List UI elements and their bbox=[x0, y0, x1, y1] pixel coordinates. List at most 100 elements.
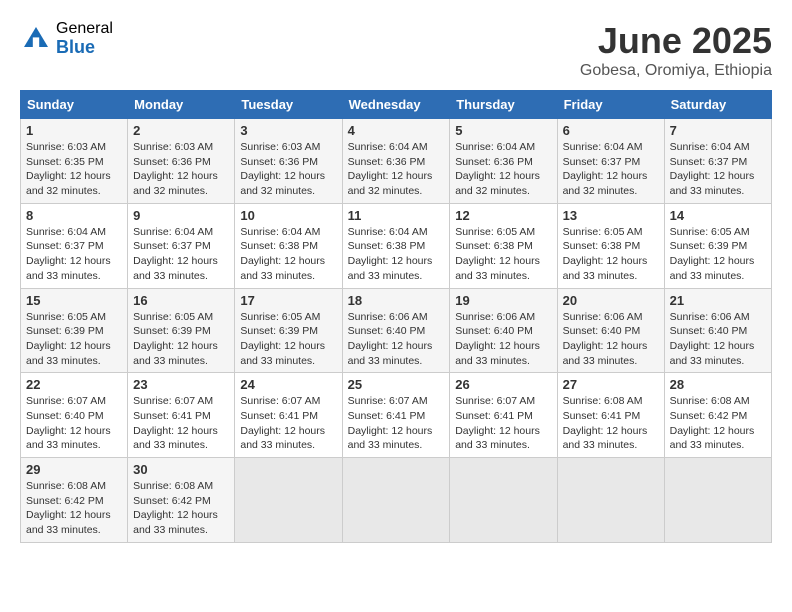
month-title: June 2025 bbox=[580, 20, 772, 62]
calendar-day-cell: 30 Sunrise: 6:08 AMSunset: 6:42 PMDayligh… bbox=[128, 458, 235, 543]
day-number: 18 bbox=[348, 293, 445, 308]
calendar-day-cell: 27 Sunrise: 6:08 AMSunset: 6:41 PMDayligh… bbox=[557, 373, 664, 458]
calendar-day-cell: 28Sunrise: 6:08 AMSunset: 6:42 PMDayligh… bbox=[664, 373, 771, 458]
day-info: Sunrise: 6:07 AMSunset: 6:40 PMDaylight:… bbox=[26, 394, 122, 453]
calendar-header-saturday: Saturday bbox=[664, 91, 771, 119]
day-number: 8 bbox=[26, 208, 122, 223]
day-number: 1 bbox=[26, 123, 122, 138]
day-info: Sunrise: 6:04 AMSunset: 6:37 PMDaylight:… bbox=[563, 140, 659, 199]
calendar-header-wednesday: Wednesday bbox=[342, 91, 450, 119]
calendar-day-cell: 14 Sunrise: 6:05 AMSunset: 6:39 PMDayligh… bbox=[664, 203, 771, 288]
day-number: 4 bbox=[348, 123, 445, 138]
day-number: 10 bbox=[240, 208, 336, 223]
calendar-week-row: 22 Sunrise: 6:07 AMSunset: 6:40 PMDayligh… bbox=[21, 373, 772, 458]
calendar-day-cell: 16Sunrise: 6:05 AMSunset: 6:39 PMDayligh… bbox=[128, 288, 235, 373]
calendar-day-cell: 11 Sunrise: 6:04 AMSunset: 6:38 PMDayligh… bbox=[342, 203, 450, 288]
day-number: 27 bbox=[563, 377, 659, 392]
day-info: Sunrise: 6:07 AMSunset: 6:41 PMDaylight:… bbox=[133, 394, 229, 453]
calendar-day-cell: 12Sunrise: 6:05 AMSunset: 6:38 PMDayligh… bbox=[450, 203, 557, 288]
location-title: Gobesa, Oromiya, Ethiopia bbox=[580, 62, 772, 80]
day-number: 26 bbox=[455, 377, 551, 392]
calendar-day-cell: 21 Sunrise: 6:06 AMSunset: 6:40 PMDayligh… bbox=[664, 288, 771, 373]
calendar-day-cell: 10 Sunrise: 6:04 AMSunset: 6:38 PMDayligh… bbox=[235, 203, 342, 288]
calendar-day-cell: 6Sunrise: 6:04 AMSunset: 6:37 PMDaylight… bbox=[557, 119, 664, 204]
calendar-day-cell bbox=[450, 458, 557, 543]
logo-general: General bbox=[56, 20, 113, 38]
calendar-header-friday: Friday bbox=[557, 91, 664, 119]
day-info: Sunrise: 6:04 AMSunset: 6:37 PMDaylight:… bbox=[670, 140, 766, 199]
logo-icon bbox=[20, 23, 52, 55]
logo: General Blue bbox=[20, 20, 113, 57]
calendar-body: 1 Sunrise: 6:03 AMSunset: 6:35 PMDaylight… bbox=[21, 119, 772, 543]
day-info: Sunrise: 6:03 AMSunset: 6:36 PMDaylight:… bbox=[240, 140, 336, 199]
calendar-day-cell: 1 Sunrise: 6:03 AMSunset: 6:35 PMDaylight… bbox=[21, 119, 128, 204]
calendar-day-cell: 29 Sunrise: 6:08 AMSunset: 6:42 PMDayligh… bbox=[21, 458, 128, 543]
day-info: Sunrise: 6:04 AMSunset: 6:38 PMDaylight:… bbox=[348, 225, 445, 284]
day-info: Sunrise: 6:06 AMSunset: 6:40 PMDaylight:… bbox=[563, 310, 659, 369]
calendar-day-cell: 5Sunrise: 6:04 AMSunset: 6:36 PMDaylight… bbox=[450, 119, 557, 204]
calendar-day-cell: 17Sunrise: 6:05 AMSunset: 6:39 PMDayligh… bbox=[235, 288, 342, 373]
day-number: 9 bbox=[133, 208, 229, 223]
day-number: 24 bbox=[240, 377, 336, 392]
day-number: 17 bbox=[240, 293, 336, 308]
day-info: Sunrise: 6:04 AMSunset: 6:36 PMDaylight:… bbox=[455, 140, 551, 199]
day-info: Sunrise: 6:03 AMSunset: 6:36 PMDaylight:… bbox=[133, 140, 229, 199]
day-info: Sunrise: 6:03 AMSunset: 6:35 PMDaylight:… bbox=[26, 140, 122, 199]
day-info: Sunrise: 6:04 AMSunset: 6:36 PMDaylight:… bbox=[348, 140, 445, 199]
day-number: 15 bbox=[26, 293, 122, 308]
calendar-day-cell: 3 Sunrise: 6:03 AMSunset: 6:36 PMDaylight… bbox=[235, 119, 342, 204]
day-info: Sunrise: 6:06 AMSunset: 6:40 PMDaylight:… bbox=[670, 310, 766, 369]
day-info: Sunrise: 6:07 AMSunset: 6:41 PMDaylight:… bbox=[240, 394, 336, 453]
day-number: 14 bbox=[670, 208, 766, 223]
calendar-day-cell: 9Sunrise: 6:04 AMSunset: 6:37 PMDaylight… bbox=[128, 203, 235, 288]
day-info: Sunrise: 6:08 AMSunset: 6:41 PMDaylight:… bbox=[563, 394, 659, 453]
day-number: 16 bbox=[133, 293, 229, 308]
calendar-day-cell: 18Sunrise: 6:06 AMSunset: 6:40 PMDayligh… bbox=[342, 288, 450, 373]
calendar-week-row: 29 Sunrise: 6:08 AMSunset: 6:42 PMDayligh… bbox=[21, 458, 772, 543]
calendar-day-cell: 2 Sunrise: 6:03 AMSunset: 6:36 PMDaylight… bbox=[128, 119, 235, 204]
day-info: Sunrise: 6:06 AMSunset: 6:40 PMDaylight:… bbox=[455, 310, 551, 369]
calendar-week-row: 15 Sunrise: 6:05 AMSunset: 6:39 PMDayligh… bbox=[21, 288, 772, 373]
day-info: Sunrise: 6:08 AMSunset: 6:42 PMDaylight:… bbox=[26, 479, 122, 538]
page-header: General Blue June 2025 Gobesa, Oromiya, … bbox=[20, 20, 772, 80]
calendar-day-cell: 19 Sunrise: 6:06 AMSunset: 6:40 PMDayligh… bbox=[450, 288, 557, 373]
calendar-day-cell: 4 Sunrise: 6:04 AMSunset: 6:36 PMDaylight… bbox=[342, 119, 450, 204]
calendar-day-cell bbox=[342, 458, 450, 543]
calendar-day-cell: 15 Sunrise: 6:05 AMSunset: 6:39 PMDayligh… bbox=[21, 288, 128, 373]
day-number: 30 bbox=[133, 462, 229, 477]
day-number: 21 bbox=[670, 293, 766, 308]
calendar-header-sunday: Sunday bbox=[21, 91, 128, 119]
day-info: Sunrise: 6:07 AMSunset: 6:41 PMDaylight:… bbox=[348, 394, 445, 453]
day-info: Sunrise: 6:08 AMSunset: 6:42 PMDaylight:… bbox=[133, 479, 229, 538]
day-number: 2 bbox=[133, 123, 229, 138]
calendar-day-cell: 8Sunrise: 6:04 AMSunset: 6:37 PMDaylight… bbox=[21, 203, 128, 288]
day-info: Sunrise: 6:05 AMSunset: 6:39 PMDaylight:… bbox=[26, 310, 122, 369]
calendar-day-cell: 22 Sunrise: 6:07 AMSunset: 6:40 PMDayligh… bbox=[21, 373, 128, 458]
day-number: 3 bbox=[240, 123, 336, 138]
day-number: 29 bbox=[26, 462, 122, 477]
calendar-day-cell: 7 Sunrise: 6:04 AMSunset: 6:37 PMDaylight… bbox=[664, 119, 771, 204]
day-info: Sunrise: 6:07 AMSunset: 6:41 PMDaylight:… bbox=[455, 394, 551, 453]
day-info: Sunrise: 6:05 AMSunset: 6:38 PMDaylight:… bbox=[563, 225, 659, 284]
calendar-day-cell: 24 Sunrise: 6:07 AMSunset: 6:41 PMDayligh… bbox=[235, 373, 342, 458]
calendar-header-tuesday: Tuesday bbox=[235, 91, 342, 119]
day-number: 7 bbox=[670, 123, 766, 138]
calendar-day-cell bbox=[235, 458, 342, 543]
day-number: 13 bbox=[563, 208, 659, 223]
day-info: Sunrise: 6:04 AMSunset: 6:38 PMDaylight:… bbox=[240, 225, 336, 284]
calendar-week-row: 8Sunrise: 6:04 AMSunset: 6:37 PMDaylight… bbox=[21, 203, 772, 288]
day-number: 19 bbox=[455, 293, 551, 308]
day-number: 11 bbox=[348, 208, 445, 223]
day-number: 23 bbox=[133, 377, 229, 392]
day-number: 22 bbox=[26, 377, 122, 392]
day-number: 20 bbox=[563, 293, 659, 308]
day-number: 25 bbox=[348, 377, 445, 392]
calendar-day-cell bbox=[557, 458, 664, 543]
calendar-day-cell: 20 Sunrise: 6:06 AMSunset: 6:40 PMDayligh… bbox=[557, 288, 664, 373]
logo-text: General Blue bbox=[56, 20, 113, 57]
calendar-table: SundayMondayTuesdayWednesdayThursdayFrid… bbox=[20, 90, 772, 543]
title-area: June 2025 Gobesa, Oromiya, Ethiopia bbox=[580, 20, 772, 80]
calendar-day-cell: 25 Sunrise: 6:07 AMSunset: 6:41 PMDayligh… bbox=[342, 373, 450, 458]
day-info: Sunrise: 6:05 AMSunset: 6:39 PMDaylight:… bbox=[670, 225, 766, 284]
calendar-day-cell: 26 Sunrise: 6:07 AMSunset: 6:41 PMDayligh… bbox=[450, 373, 557, 458]
